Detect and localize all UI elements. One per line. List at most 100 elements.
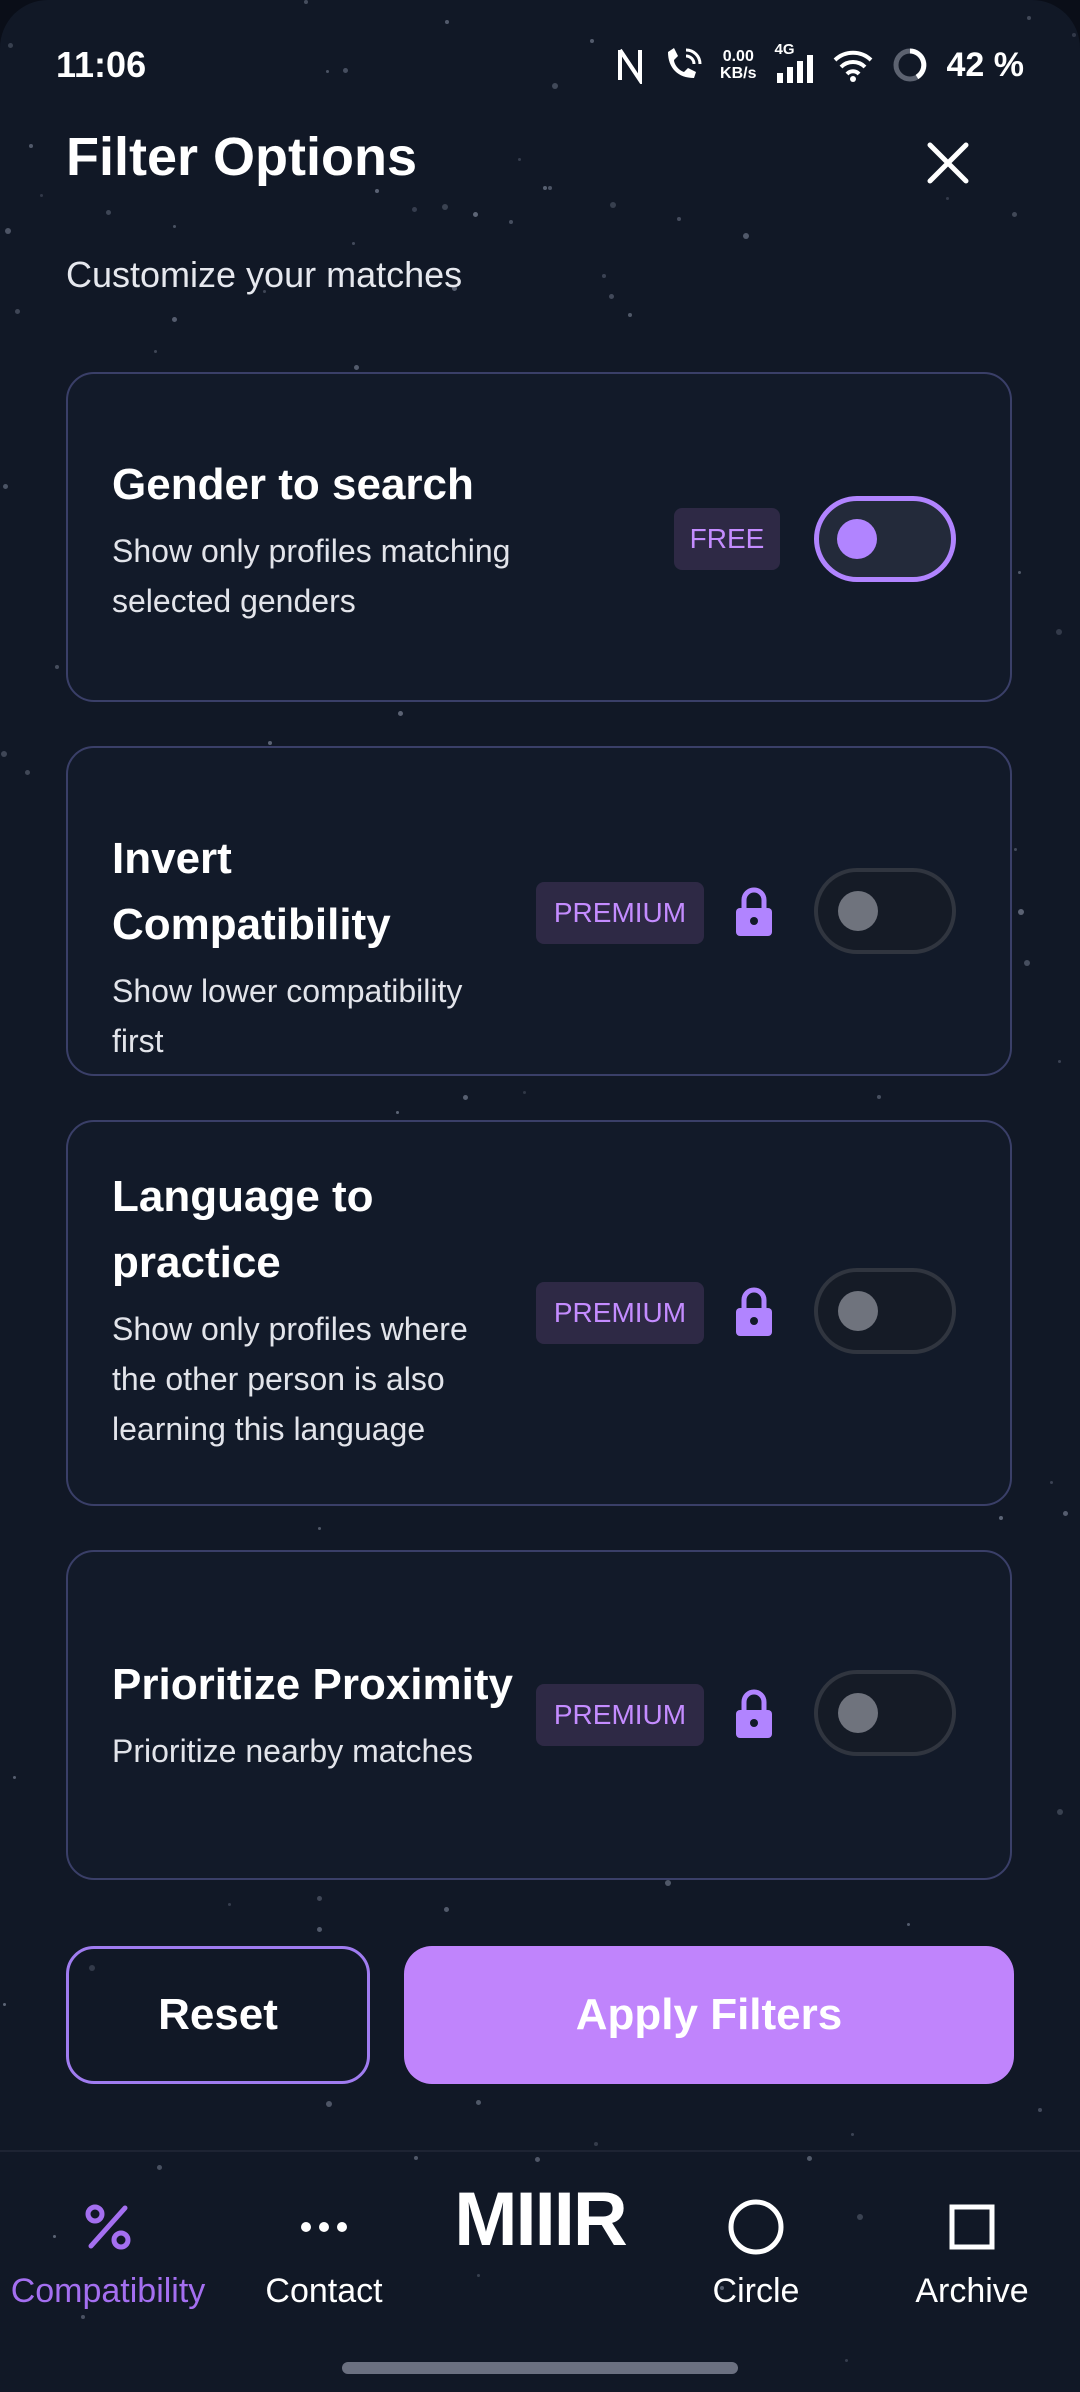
star-dot — [1018, 571, 1021, 574]
status-icons: 0.00 KB/s 4G 42 % — [616, 40, 1024, 90]
toggle-knob — [838, 1291, 878, 1331]
star-dot — [228, 1903, 231, 1906]
toggle-knob — [838, 891, 878, 931]
star-dot — [1018, 909, 1024, 915]
brand-logo[interactable]: MIIIR — [430, 2176, 650, 2263]
apply-filters-button[interactable]: Apply Filters — [404, 1946, 1014, 2084]
star-dot — [29, 144, 33, 148]
language-filter-toggle[interactable] — [814, 1268, 956, 1354]
cell-signal-icon: 4G — [775, 41, 815, 85]
filter-card-invert-compatibility: Invert Compatibility Show lower compatib… — [66, 746, 1012, 1076]
star-dot — [154, 350, 157, 353]
star-dot — [398, 711, 403, 716]
more-dots-icon — [301, 2222, 347, 2232]
star-dot — [172, 317, 177, 322]
reset-button[interactable]: Reset — [66, 1946, 370, 2084]
premium-badge: PREMIUM — [536, 1684, 704, 1746]
filter-text: Language to practice Show only profiles … — [112, 1164, 492, 1454]
star-dot — [444, 1907, 449, 1912]
star-dot — [523, 1091, 526, 1094]
star-dot — [3, 2003, 6, 2006]
star-dot — [352, 242, 355, 245]
star-dot — [610, 202, 616, 208]
filter-card-gender: Gender to search Show only profiles matc… — [66, 372, 1012, 702]
nav-label: Circle — [712, 2272, 800, 2310]
star-dot — [518, 158, 521, 161]
star-dot — [317, 1927, 322, 1932]
page-title: Filter Options — [66, 127, 417, 187]
star-dot — [543, 186, 547, 190]
filter-text: Invert Compatibility Show lower compatib… — [112, 826, 522, 1066]
premium-badge: PREMIUM — [536, 1282, 704, 1344]
star-dot — [609, 294, 614, 299]
star-dot — [473, 212, 478, 217]
star-dot — [1056, 629, 1062, 635]
toggle-knob — [837, 519, 877, 559]
nav-item-circle[interactable]: Circle — [648, 2192, 864, 2311]
wifi-call-icon — [668, 48, 702, 78]
star-dot — [268, 741, 272, 745]
star-dot — [326, 2101, 332, 2107]
lock-icon — [736, 1287, 772, 1336]
status-bar: 11:06 0.00 KB/s 4G 42 % — [0, 0, 1080, 130]
star-dot — [318, 1527, 321, 1530]
nfc-icon — [618, 48, 643, 84]
star-dot — [1014, 848, 1017, 851]
square-icon — [949, 2204, 995, 2250]
battery-ring-icon — [893, 48, 926, 82]
star-dot — [1057, 1809, 1063, 1815]
star-dot — [5, 228, 11, 234]
star-dot — [628, 313, 632, 317]
filter-title: Prioritize Proximity — [112, 1660, 514, 1709]
star-dot — [375, 189, 379, 193]
nav-item-archive[interactable]: Archive — [864, 2192, 1080, 2311]
star-dot — [173, 225, 176, 228]
star-dot — [1024, 960, 1030, 966]
star-dot — [317, 1896, 322, 1901]
star-dot — [851, 2133, 854, 2136]
filter-title: Invert Compatibility — [112, 834, 391, 949]
invert-compatibility-toggle[interactable] — [814, 868, 956, 954]
star-dot — [463, 1095, 468, 1100]
gender-filter-toggle[interactable] — [814, 496, 956, 582]
close-button[interactable] — [915, 130, 981, 196]
page-subtitle: Customize your matches — [66, 254, 463, 295]
filter-text: Prioritize Proximity Prioritize nearby m… — [112, 1652, 522, 1776]
lock-icon — [736, 1689, 772, 1738]
star-dot — [594, 2142, 598, 2146]
net-speed-unit: KB/s — [720, 65, 757, 82]
star-dot — [106, 210, 111, 215]
filter-title: Language to practice — [112, 1172, 374, 1287]
premium-badge: PREMIUM — [536, 882, 704, 944]
star-dot — [1058, 1060, 1061, 1063]
lock-icon — [736, 887, 772, 936]
star-dot — [1063, 1511, 1068, 1516]
star-dot — [55, 665, 59, 669]
star-dot — [999, 1516, 1003, 1520]
free-badge: FREE — [674, 508, 780, 570]
filter-title: Gender to search — [112, 460, 474, 509]
star-dot — [548, 186, 552, 190]
star-dot — [1050, 1481, 1053, 1484]
nav-item-contact[interactable]: Contact — [216, 2192, 432, 2311]
star-dot — [677, 217, 681, 221]
star-dot — [877, 1095, 881, 1099]
circle-icon — [728, 2199, 784, 2255]
nav-label: Archive — [915, 2272, 1029, 2310]
star-dot — [1038, 2108, 1042, 2112]
filter-card-proximity: Prioritize Proximity Prioritize nearby m… — [66, 1550, 1012, 1880]
filter-description: Prioritize nearby matches — [112, 1733, 474, 1769]
home-indicator[interactable] — [342, 2362, 738, 2374]
nav-label: Compatibility — [10, 2272, 206, 2310]
proximity-filter-toggle[interactable] — [814, 1670, 956, 1756]
filter-description: Show only profiles matching selected gen… — [112, 533, 511, 619]
nav-item-compatibility[interactable]: Compatibility — [0, 2192, 216, 2311]
star-dot — [412, 207, 417, 212]
star-dot — [1012, 212, 1017, 217]
star-dot — [665, 1880, 671, 1886]
filter-card-language: Language to practice Show only profiles … — [66, 1120, 1012, 1506]
filter-options-screen: 11:06 0.00 KB/s 4G 42 % Filter Options C… — [0, 0, 1080, 2392]
wifi-icon — [833, 50, 872, 82]
net-speed-value: 0.00 — [722, 48, 754, 65]
star-dot — [476, 2100, 481, 2105]
